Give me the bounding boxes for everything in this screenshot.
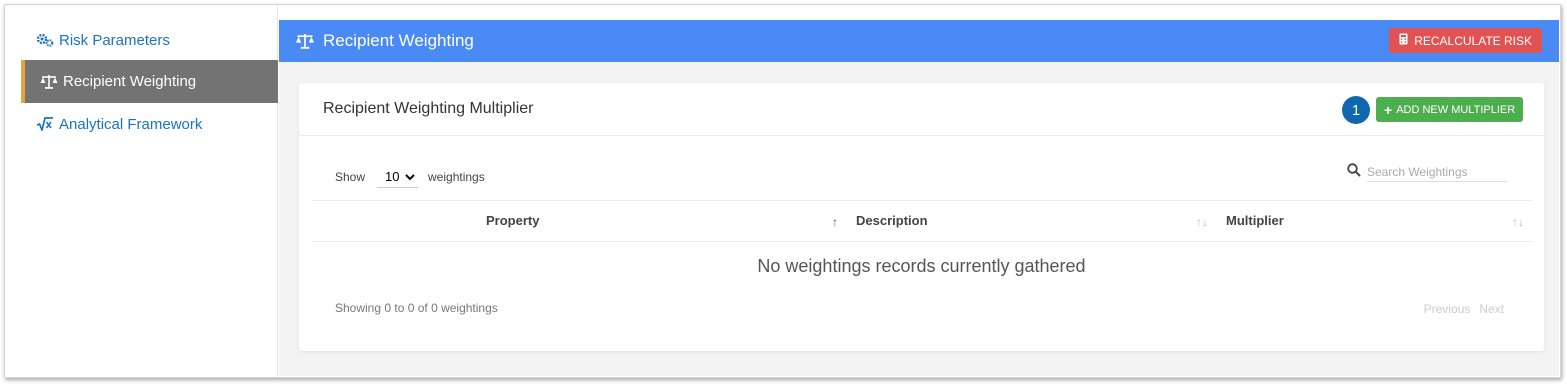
search-input[interactable] [1367, 163, 1507, 182]
empty-table-message: No weightings records currently gathered [757, 255, 1086, 276]
plus-icon: + [1384, 101, 1393, 118]
multiplier-card: Recipient Weighting Multiplier 1 + ADD N… [299, 83, 1544, 351]
search-icon [1347, 163, 1361, 182]
square-root-icon [35, 117, 55, 131]
table-header-row: Property ↑ Description ↑↓ Multiplier ↑↓ [311, 200, 1532, 242]
table-info: Showing 0 to 0 of 0 weightings [335, 301, 498, 315]
column-header-property[interactable]: Property ↑ [311, 200, 846, 242]
column-header-description[interactable]: Description ↑↓ [846, 200, 1216, 242]
column-label: Property [486, 213, 540, 228]
sidebar-item-label: Analytical Framework [59, 115, 203, 133]
page-header: Recipient Weighting RECALCULATE RISK [279, 20, 1559, 62]
pagination: Previous Next [1424, 302, 1504, 316]
sort-both-icon: ↑↓ [1196, 215, 1208, 229]
sort-both-icon: ↑↓ [1512, 215, 1524, 229]
page-size-select[interactable]: 10 [377, 166, 419, 188]
recalculate-risk-label: RECALCULATE RISK [1414, 33, 1532, 48]
app-window: Risk Parameters Recipient Weighting Anal… [4, 4, 1561, 378]
card-title: Recipient Weighting Multiplier [323, 100, 534, 117]
sidebar-item-label: Risk Parameters [59, 31, 170, 49]
main-content: Recipient Weighting RECALCULATE RISK Rec… [279, 20, 1559, 376]
sidebar-item-risk-parameters[interactable]: Risk Parameters [21, 20, 278, 60]
gears-icon [35, 33, 55, 47]
page-length-control: Show 10 weightings [335, 166, 485, 188]
weightings-label: weightings [428, 170, 485, 184]
balance-scale-icon [295, 33, 315, 49]
sidebar-item-label: Recipient Weighting [63, 73, 197, 90]
next-page-button[interactable]: Next [1479, 302, 1504, 316]
show-label: Show [335, 170, 366, 184]
add-new-multiplier-button[interactable]: + ADD NEW MULTIPLIER [1376, 97, 1524, 122]
sort-asc-icon: ↑ [832, 215, 838, 229]
column-label: Description [856, 213, 928, 228]
balance-scale-icon [39, 74, 59, 89]
recalculate-risk-button[interactable]: RECALCULATE RISK [1389, 28, 1542, 53]
previous-page-button[interactable]: Previous [1424, 302, 1471, 316]
add-new-multiplier-label: ADD NEW MULTIPLIER [1396, 103, 1516, 116]
step-badge: 1 [1342, 96, 1370, 124]
weightings-table: Property ↑ Description ↑↓ Multiplier ↑↓ [311, 200, 1532, 291]
table-row: No weightings records currently gathered [311, 242, 1532, 291]
calculator-icon [1399, 33, 1408, 48]
card-header: Recipient Weighting Multiplier 1 + ADD N… [299, 83, 1544, 136]
column-label: Multiplier [1226, 213, 1284, 228]
search-box [1347, 163, 1507, 182]
column-header-multiplier[interactable]: Multiplier ↑↓ [1216, 200, 1532, 242]
sidebar-item-analytical-framework[interactable]: Analytical Framework [21, 104, 278, 144]
sidebar-item-recipient-weighting[interactable]: Recipient Weighting [21, 60, 278, 103]
page-title: Recipient Weighting [323, 31, 474, 50]
sidebar: Risk Parameters Recipient Weighting Anal… [5, 5, 278, 377]
